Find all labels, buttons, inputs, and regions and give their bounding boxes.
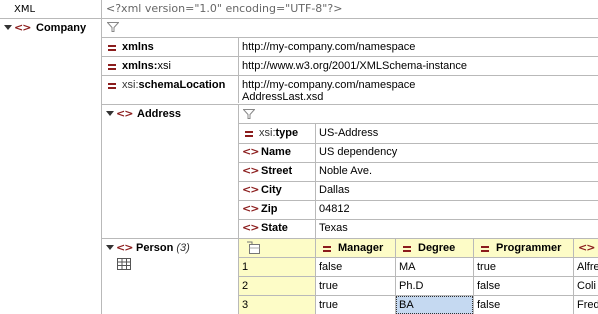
cell-degree-3[interactable]: BA — [399, 298, 414, 312]
person-element-name: Person — [136, 242, 174, 254]
person-element-label[interactable]: Person (3) — [136, 241, 190, 255]
name-element-name[interactable]: Name — [261, 145, 291, 159]
cell-manager-2[interactable]: true — [319, 279, 338, 293]
element-icon: <> — [116, 241, 133, 254]
name-element-value[interactable]: US dependency — [319, 145, 397, 159]
attr-xmlns-name[interactable]: xmlns — [122, 40, 154, 54]
state-element-value[interactable]: Texas — [319, 221, 348, 235]
attr-prefix: xsi: — [122, 79, 139, 91]
column-header-degree[interactable]: Degree — [418, 241, 455, 255]
zip-element-name[interactable]: Zip — [261, 202, 278, 216]
cell-programmer-3[interactable]: false — [477, 298, 500, 312]
element-icon: <> — [578, 241, 595, 254]
attr-schemalocation-value-line2[interactable]: AddressLast.xsd — [242, 90, 323, 104]
element-icon: <> — [242, 202, 259, 215]
cell-programmer-2[interactable]: false — [477, 279, 500, 293]
xml-node-label: XML — [14, 4, 36, 15]
attribute-icon — [108, 44, 116, 51]
element-icon: <> — [116, 107, 133, 120]
attr-xsi-name[interactable]: xmlns:xsi — [122, 59, 171, 73]
cell-manager-1[interactable]: false — [319, 260, 342, 274]
person-count: (3) — [176, 242, 190, 254]
cell-extra-3[interactable]: Fred — [577, 298, 598, 312]
attr-local: xsi — [157, 60, 171, 72]
zip-element-value[interactable]: 04812 — [319, 202, 350, 216]
cell-degree-2[interactable]: Ph.D — [399, 279, 423, 293]
element-icon: <> — [242, 164, 259, 177]
table-index-column — [239, 257, 315, 314]
attr-xsi-value[interactable]: http://www.w3.org/2001/XMLSchema-instanc… — [242, 59, 467, 73]
attribute-icon — [323, 245, 331, 252]
company-element-name[interactable]: Company — [36, 21, 86, 35]
cell-programmer-1[interactable]: true — [477, 260, 496, 274]
element-icon: <> — [242, 221, 259, 234]
collapse-address-icon[interactable] — [106, 111, 114, 116]
street-element-value[interactable]: Noble Ave. — [319, 164, 372, 178]
xml-declaration[interactable]: <?xml version="1.0" encoding="UTF-8"?> — [106, 2, 342, 16]
attr-prefix: xsi: — [259, 127, 276, 139]
element-icon: <> — [242, 183, 259, 196]
address-element-name[interactable]: Address — [137, 107, 181, 121]
attr-local: schemaLocation — [138, 79, 226, 91]
table-view-icon[interactable] — [117, 258, 131, 270]
attr-xmlns-value[interactable]: http://my-company.com/namespace — [242, 40, 415, 54]
street-element-name[interactable]: Street — [261, 164, 292, 178]
attribute-icon — [108, 63, 116, 70]
cell-degree-1[interactable]: MA — [399, 260, 416, 274]
attr-local: type — [275, 127, 299, 139]
city-element-value[interactable]: Dallas — [319, 183, 350, 197]
cell-manager-3[interactable]: true — [319, 298, 338, 312]
table-sort-icon[interactable] — [246, 241, 262, 255]
attribute-icon — [481, 245, 489, 252]
filter-icon[interactable] — [107, 22, 119, 32]
attribute-icon — [245, 130, 253, 137]
cell-extra-2[interactable]: Coli — [577, 279, 596, 293]
collapse-company-icon[interactable] — [4, 25, 12, 30]
state-element-name[interactable]: State — [261, 221, 288, 235]
attr-prefix: xmlns: — [122, 60, 158, 72]
city-element-name[interactable]: City — [261, 183, 282, 197]
column-header-manager[interactable]: Manager — [338, 241, 383, 255]
element-icon: <> — [242, 145, 259, 158]
element-icon: <> — [14, 21, 31, 34]
attr-schemalocation-name[interactable]: xsi:schemaLocation — [122, 78, 225, 92]
attr-xsi-type-value[interactable]: US-Address — [319, 126, 378, 140]
attr-xsi-type-name[interactable]: xsi:type — [259, 126, 298, 140]
collapse-person-icon[interactable] — [106, 245, 114, 250]
attribute-icon — [108, 82, 116, 89]
row-index-2[interactable]: 2 — [242, 279, 248, 293]
row-index-1[interactable]: 1 — [242, 260, 248, 274]
column-header-programmer[interactable]: Programmer — [496, 241, 561, 255]
row-index-3[interactable]: 3 — [242, 298, 248, 312]
attribute-icon — [403, 245, 411, 252]
cell-extra-1[interactable]: Alfre — [577, 260, 598, 274]
filter-icon[interactable] — [243, 109, 255, 119]
